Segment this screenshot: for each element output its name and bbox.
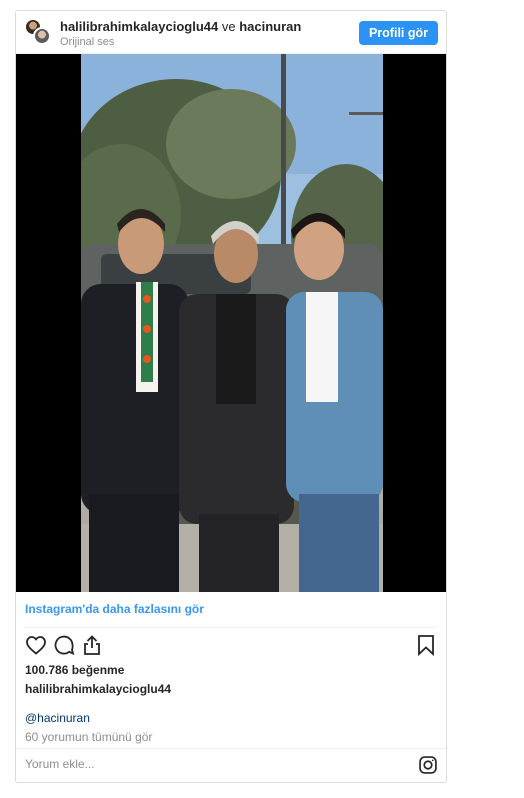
view-more-on-instagram-link[interactable]: Instagram'da daha fazlasını gör <box>25 602 204 616</box>
instagram-icon[interactable] <box>418 755 438 775</box>
photo-illustration <box>81 54 383 592</box>
likes-count[interactable]: 100.786 beğenme <box>25 663 124 677</box>
speech-bubble-icon[interactable] <box>52 633 76 657</box>
author-conjunction: ve <box>221 19 236 34</box>
share-upload-icon[interactable] <box>80 633 104 657</box>
post-media[interactable] <box>16 54 446 592</box>
heart-outline-icon[interactable] <box>24 633 48 657</box>
caption-author-link[interactable]: halilibrahimkalaycioglu44 <box>25 682 171 696</box>
post-header: halilibrahimkalaycioglu44 ve hacinuran O… <box>16 11 446 54</box>
post-photo[interactable] <box>81 54 383 592</box>
divider <box>25 627 437 628</box>
mention-link[interactable]: @hacinuran <box>25 711 90 725</box>
view-all-comments-link[interactable]: 60 yorumun tümünü gör <box>25 730 152 744</box>
author-secondary-link[interactable]: hacinuran <box>239 19 301 34</box>
header-title: halilibrahimkalaycioglu44 ve hacinuran <box>60 19 301 35</box>
instagram-embed-card: halilibrahimkalaycioglu44 ve hacinuran O… <box>15 10 447 783</box>
audio-label[interactable]: Orijinal ses <box>60 36 301 49</box>
avatar[interactable] <box>33 27 51 45</box>
view-profile-button[interactable]: Profili gör <box>358 21 438 45</box>
header-text: halilibrahimkalaycioglu44 ve hacinuran O… <box>60 19 301 49</box>
avatar-stack[interactable] <box>24 18 52 46</box>
action-bar <box>16 633 446 659</box>
bookmark-icon[interactable] <box>414 633 438 657</box>
author-primary-link[interactable]: halilibrahimkalaycioglu44 <box>60 19 218 34</box>
comment-bar <box>16 748 446 782</box>
comment-input[interactable] <box>25 757 385 771</box>
